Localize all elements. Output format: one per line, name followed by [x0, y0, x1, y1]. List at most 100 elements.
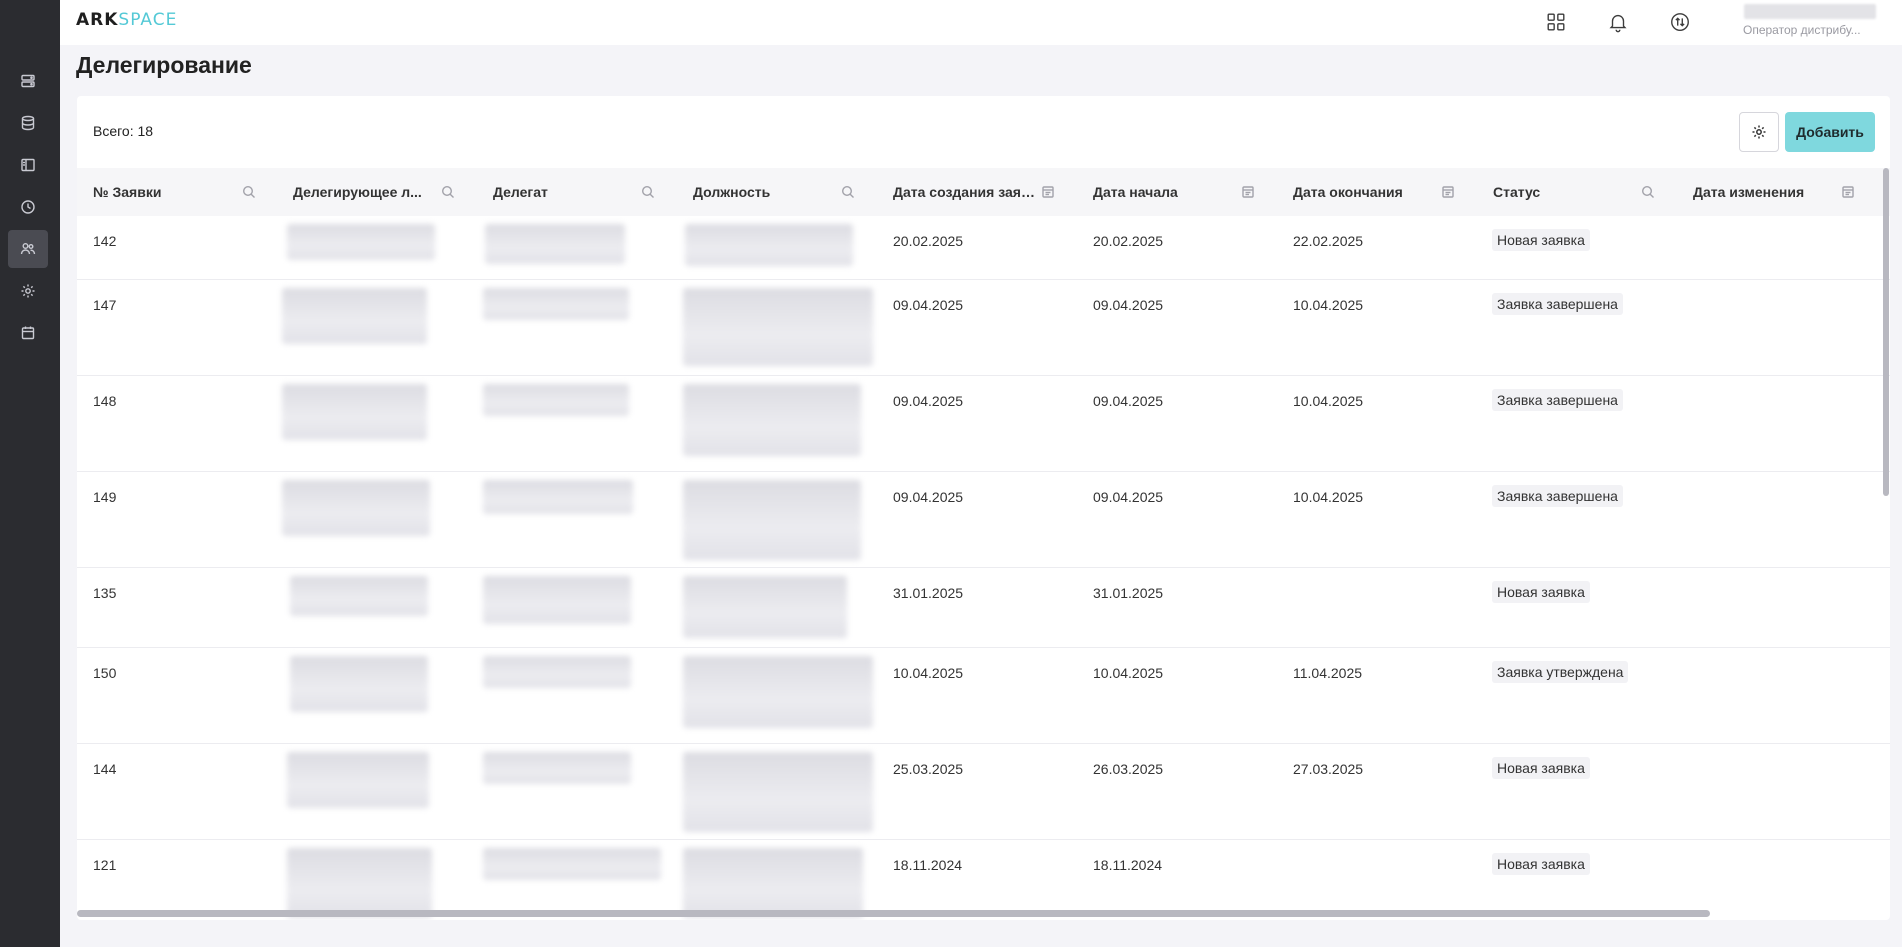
calendar-filter-icon[interactable] — [1241, 185, 1255, 199]
status-badge: Заявка завершена — [1492, 293, 1623, 315]
cell-end-date: 22.02.2025 — [1293, 233, 1364, 249]
cell-request-number: 144 — [93, 761, 117, 777]
cell-start-date: 09.04.2025 — [1093, 489, 1164, 505]
cell-delegator-redacted — [282, 384, 427, 440]
sidebar-item-database[interactable] — [8, 104, 48, 142]
column-header-delegate[interactable]: Делегат — [493, 168, 623, 216]
cell-delegator-redacted — [290, 576, 428, 616]
cell-delegator-redacted — [282, 480, 430, 536]
apps-button[interactable] — [1542, 8, 1570, 36]
cell-created-date: 09.04.2025 — [893, 297, 964, 313]
cell-position-redacted — [683, 384, 861, 456]
column-header-delegator[interactable]: Делегирующее л... — [293, 168, 423, 216]
cell-delegator-redacted — [290, 656, 428, 712]
add-button[interactable]: Добавить — [1785, 112, 1875, 152]
column-header-start-date[interactable]: Дата начала — [1093, 168, 1223, 216]
database-icon — [21, 115, 35, 131]
notifications-button[interactable] — [1604, 8, 1632, 36]
cell-delegator-redacted — [287, 752, 429, 808]
cell-request-number: 150 — [93, 665, 117, 681]
status-badge: Заявка утверждена — [1492, 661, 1629, 683]
status-badge: Новая заявка — [1492, 229, 1590, 251]
user-menu[interactable]: Оператор дистрибу... — [1732, 2, 1902, 42]
logo-text-space: SPACE — [118, 10, 178, 30]
cell-position-redacted — [685, 224, 853, 266]
table-settings-button[interactable] — [1739, 112, 1779, 152]
table-row[interactable]: 142 20.02.2025 20.02.2025 22.02.2025 Нов… — [77, 216, 1890, 280]
cell-end-date: 27.03.2025 — [1293, 761, 1364, 777]
calendar-filter-icon[interactable] — [1441, 185, 1455, 199]
sidebar-item-panel[interactable] — [8, 146, 48, 184]
cell-start-date: 31.01.2025 — [1093, 585, 1164, 601]
search-icon[interactable] — [641, 185, 655, 199]
sidebar-item-settings[interactable] — [8, 272, 48, 310]
sidebar-item-servers[interactable] — [8, 62, 48, 100]
table-body: 142 20.02.2025 20.02.2025 22.02.2025 Нов… — [77, 216, 1890, 920]
cell-request-number: 147 — [93, 297, 117, 313]
column-header-status[interactable]: Статус — [1493, 168, 1623, 216]
switch-button[interactable] — [1666, 8, 1694, 36]
user-role: Оператор дистрибу... — [1743, 23, 1861, 37]
sidebar-item-delegation[interactable] — [8, 230, 48, 268]
users-icon — [20, 243, 36, 255]
app-logo[interactable]: ARKSPACE — [76, 10, 177, 30]
total-count: Всего: 18 — [93, 123, 154, 139]
calendar-filter-icon[interactable] — [1041, 185, 1055, 199]
column-header-position[interactable]: Должность — [693, 168, 823, 216]
column-header-request-number[interactable]: № Заявки — [93, 168, 253, 216]
gear-icon — [1752, 125, 1766, 139]
table-header: № Заявки Делегирующее л... Делегат Должн… — [77, 168, 1890, 216]
cell-delegate-redacted — [485, 224, 625, 264]
table-row[interactable]: 148 09.04.2025 09.04.2025 10.04.2025 Зая… — [77, 376, 1890, 472]
table-row[interactable]: 135 31.01.2025 31.01.2025 Новая заявка — [77, 568, 1890, 648]
cell-delegator-redacted — [282, 288, 427, 344]
cell-start-date: 09.04.2025 — [1093, 297, 1164, 313]
clock-icon — [21, 200, 35, 214]
cell-delegator-redacted — [287, 224, 435, 260]
cell-delegate-redacted — [483, 480, 633, 514]
table-row[interactable]: 147 09.04.2025 09.04.2025 10.04.2025 Зая… — [77, 280, 1890, 376]
table-row[interactable]: 149 09.04.2025 09.04.2025 10.04.2025 Зая… — [77, 472, 1890, 568]
search-icon[interactable] — [441, 185, 455, 199]
cell-created-date: 20.02.2025 — [893, 233, 964, 249]
panel-icon — [21, 158, 35, 172]
vertical-scrollbar[interactable] — [1883, 168, 1889, 496]
cell-delegate-redacted — [483, 752, 631, 784]
status-badge: Новая заявка — [1492, 581, 1590, 603]
sidebar-item-calendar[interactable] — [8, 314, 48, 352]
cell-start-date: 09.04.2025 — [1093, 393, 1164, 409]
status-badge: Заявка завершена — [1492, 485, 1623, 507]
cell-created-date: 31.01.2025 — [893, 585, 964, 601]
calendar-filter-icon[interactable] — [1841, 185, 1855, 199]
status-badge: Новая заявка — [1492, 757, 1590, 779]
cell-position-redacted — [683, 288, 873, 366]
user-name — [1744, 4, 1876, 19]
cell-end-date: 11.04.2025 — [1293, 665, 1363, 681]
cell-position-redacted — [683, 656, 873, 728]
page-title: Делегирование — [76, 52, 252, 78]
sidebar-item-history[interactable] — [8, 188, 48, 226]
gear-icon — [21, 284, 35, 298]
search-icon[interactable] — [1641, 185, 1655, 199]
cell-delegator-redacted — [287, 848, 432, 918]
calendar-icon — [21, 326, 35, 340]
status-badge: Заявка завершена — [1492, 389, 1623, 411]
column-header-end-date[interactable]: Дата окончания — [1293, 168, 1423, 216]
column-header-modified-date[interactable]: Дата изменения — [1693, 168, 1839, 216]
cell-position-redacted — [683, 576, 847, 638]
cell-delegate-redacted — [483, 288, 629, 320]
cell-start-date: 20.02.2025 — [1093, 233, 1164, 249]
table-row[interactable]: 150 10.04.2025 10.04.2025 11.04.2025 Зая… — [77, 648, 1890, 744]
cell-request-number: 135 — [93, 585, 117, 601]
status-badge: Новая заявка — [1492, 853, 1590, 875]
cell-delegate-redacted — [483, 848, 661, 880]
search-icon[interactable] — [841, 185, 855, 199]
top-header: ARKSPACE Оператор дистрибу... — [60, 0, 1902, 45]
search-icon[interactable] — [242, 185, 256, 199]
cell-request-number: 148 — [93, 393, 117, 409]
table-row[interactable]: 121 18.11.2024 18.11.2024 Новая заявка — [77, 840, 1890, 920]
cell-start-date: 10.04.2025 — [1093, 665, 1164, 681]
table-row[interactable]: 144 25.03.2025 26.03.2025 27.03.2025 Нов… — [77, 744, 1890, 840]
horizontal-scrollbar[interactable] — [77, 910, 1710, 917]
column-header-created-date[interactable]: Дата создания заяв... — [893, 168, 1039, 216]
